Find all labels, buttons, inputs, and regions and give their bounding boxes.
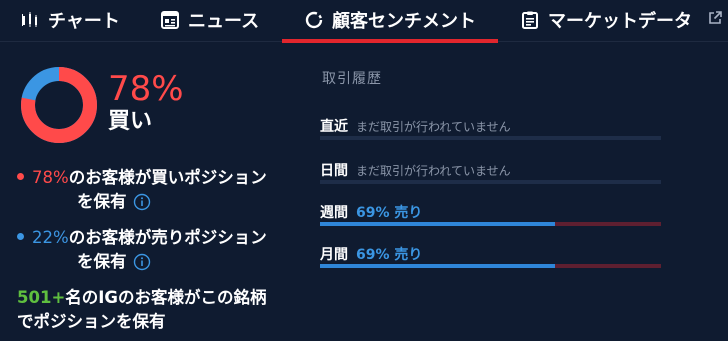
sell-percentage: 22% xyxy=(32,228,69,247)
external-link-icon[interactable] xyxy=(708,10,722,24)
info-icon[interactable] xyxy=(133,193,151,211)
no-trades-note: まだ取引が行われていません xyxy=(356,120,511,134)
headline-percentage: 78% xyxy=(108,69,184,109)
client-count-statement: 501+名のIGのお客様がこの銘柄 でポジションを保有 xyxy=(17,286,266,334)
trade-bar-fill xyxy=(320,264,556,268)
trade-bar-fill xyxy=(320,222,556,226)
trade-history-title: 取引履歴 xyxy=(322,71,382,87)
trade-bar xyxy=(320,180,661,184)
period-label: 直近 xyxy=(320,119,348,135)
chart-icon xyxy=(20,10,40,30)
sell-statement: 22%のお客様が売りポジション を保有 xyxy=(17,226,267,274)
client-count-text: 名のIGのお客様がこの銘柄 xyxy=(65,288,267,307)
sell-value: 69% 売り xyxy=(356,205,423,221)
tab-news-label: ニュース xyxy=(188,11,260,32)
period-label: 週間 xyxy=(320,205,348,221)
buy-percentage: 78% xyxy=(32,168,69,187)
news-icon xyxy=(160,10,180,30)
trade-bar xyxy=(320,136,661,140)
sell-hold-text: を保有 xyxy=(77,252,127,271)
sentiment-donut-chart xyxy=(21,67,97,143)
tab-sentiment[interactable]: 顧客センチメント xyxy=(282,0,498,43)
tab-market-data-label: マーケットデータ xyxy=(548,11,692,32)
tab-chart-label: チャート xyxy=(48,11,120,32)
info-icon[interactable] xyxy=(133,253,151,271)
sentiment-icon xyxy=(304,10,324,30)
sell-dot xyxy=(17,233,24,240)
trade-bar xyxy=(320,222,661,226)
tab-chart[interactable]: チャート xyxy=(20,0,120,40)
client-count: 501+ xyxy=(17,288,66,307)
trade-bar xyxy=(320,264,661,268)
buy-statement: 78%のお客様が買いポジション を保有 xyxy=(17,166,267,214)
buy-text: のお客様が買いポジション xyxy=(68,168,267,187)
tab-market-data[interactable]: マーケットデータ xyxy=(520,0,692,40)
buy-dot xyxy=(17,173,24,180)
period-label: 月間 xyxy=(320,247,348,263)
headline-direction: 買い xyxy=(108,109,153,134)
tab-sentiment-label: 顧客センチメント xyxy=(332,11,476,32)
trade-history-row-daily: 日間 まだ取引が行われていません xyxy=(320,160,661,184)
trade-history-row-recent: 直近 まだ取引が行われていません xyxy=(320,116,661,140)
tab-bar: チャート ニュース 顧客センチメント マーケットデータ xyxy=(0,0,728,43)
no-trades-note: まだ取引が行われていません xyxy=(356,164,511,178)
buy-hold-text: を保有 xyxy=(77,192,127,211)
trade-history-row-weekly: 週間 69% 売り xyxy=(320,202,661,226)
clipboard-icon xyxy=(520,10,540,30)
sell-text: のお客様が売りポジション xyxy=(68,228,267,247)
trade-history-row-monthly: 月間 69% 売り xyxy=(320,244,661,268)
period-label: 日間 xyxy=(320,163,348,179)
client-count-text-2: でポジションを保有 xyxy=(17,312,166,331)
sell-value: 69% 売り xyxy=(356,247,423,263)
tab-news[interactable]: ニュース xyxy=(160,0,259,40)
